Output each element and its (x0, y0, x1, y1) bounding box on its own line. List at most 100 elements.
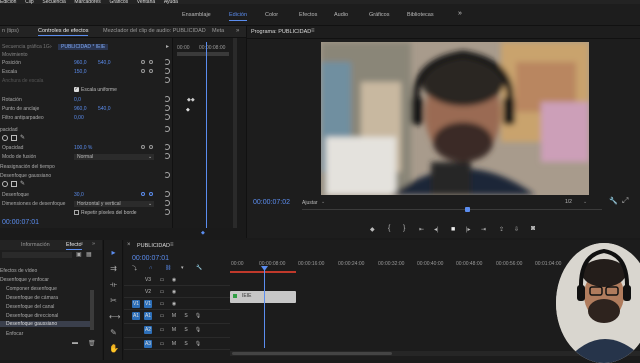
track-name-a2[interactable]: A2 (144, 326, 152, 334)
list-item[interactable]: Enfocar (6, 331, 23, 337)
tab-metadata[interactable]: Meta (212, 28, 224, 34)
effects-scrollbar[interactable] (90, 290, 94, 330)
active-clip-label[interactable]: PUBLICIDAD * IEIE (58, 44, 109, 50)
sync-lock-icon[interactable]: ▭ (158, 312, 166, 320)
program-video-frame[interactable] (321, 42, 589, 195)
ripple-edit-tool-icon[interactable]: ⟛ (109, 280, 118, 289)
sync-lock-icon[interactable]: ▭ (158, 300, 166, 308)
tabs-more-button[interactable]: » (236, 28, 239, 34)
track-name-a1[interactable]: A1 (144, 312, 152, 320)
ellipse-mask-icon[interactable] (2, 181, 8, 187)
tab-audio-clip-mixer[interactable]: Mezclador del clip de audio: PUBLICIDAD (103, 28, 206, 34)
menu-lines-icon[interactable]: ≡ (170, 242, 174, 248)
sync-lock-icon[interactable]: ▭ (158, 276, 166, 284)
pen-mask-icon[interactable]: ✎ (20, 180, 25, 187)
pen-mask-icon[interactable]: ✎ (20, 134, 25, 141)
reset-icon[interactable] (164, 144, 170, 150)
expand-icon[interactable]: ⤢ (622, 196, 628, 206)
timeline-settings-icon[interactable]: 🔧 (196, 265, 202, 271)
sequence-tab[interactable]: PUBLICIDAD (137, 243, 170, 249)
effect-controls-timeline[interactable]: 00:00 00:00:08:00 ◆ ◆◆ ◆ (172, 38, 236, 236)
anchor-x-value[interactable]: 960,0 (74, 106, 87, 112)
eye-icon[interactable]: ◉ (170, 276, 178, 284)
list-item[interactable]: Desenfoque y enfocar (0, 277, 49, 283)
solo-button[interactable]: S (182, 326, 190, 334)
blur-dimensions-select[interactable]: Horizontal y vertical (74, 201, 154, 207)
mute-button[interactable]: M (170, 340, 178, 348)
workspace-tab-audio[interactable]: Audio (334, 12, 348, 18)
reset-icon[interactable] (164, 77, 170, 83)
list-item[interactable]: Efectos de vídeo (0, 268, 37, 274)
track-select-tool-icon[interactable]: ⇉ (109, 264, 118, 273)
master-clip-label[interactable]: Secuencia gráfica 1G (2, 44, 50, 50)
program-scrub-bar[interactable] (302, 209, 602, 210)
sync-lock-icon[interactable]: ▭ (158, 340, 166, 348)
microphone-icon[interactable]: 🎙 (194, 340, 202, 348)
sync-lock-icon[interactable]: ▭ (158, 288, 166, 296)
keyframe-add-icon[interactable] (149, 60, 153, 64)
blend-mode-select[interactable]: Normal (74, 154, 154, 160)
stop-icon[interactable]: ■ (451, 226, 455, 233)
list-item-selected[interactable]: Desenfoque gaussiano (0, 321, 90, 327)
position-x-value[interactable]: 960,0 (74, 60, 87, 66)
track-name-a3[interactable]: A3 (144, 340, 152, 348)
linked-selection-icon[interactable]: ⛓ (165, 265, 171, 271)
reset-icon[interactable] (164, 153, 170, 159)
go-to-in-icon[interactable]: ⇤ (419, 226, 424, 233)
microphone-icon[interactable]: 🎙 (194, 326, 202, 334)
list-item[interactable]: Desenfoque direccional (6, 313, 58, 319)
folder-icon[interactable]: ▬ (72, 340, 78, 346)
ec-timeline-scrollbar[interactable] (177, 52, 229, 56)
mute-button[interactable]: M (170, 312, 178, 320)
list-item[interactable]: Desenfoque de cámara (6, 295, 58, 301)
keyframe-prev-icon[interactable] (141, 60, 145, 64)
timeline-timecode[interactable]: 00:00:07:01 (132, 255, 169, 262)
keyframe-diamond-icon[interactable]: ◆ (201, 230, 205, 236)
snap-icon[interactable]: ∩ (149, 265, 153, 271)
reset-icon[interactable] (164, 209, 170, 215)
list-item[interactable]: Desenfoque del canal (6, 304, 54, 310)
fit-select[interactable]: Ajustar (302, 200, 318, 206)
keyframe-prev-icon[interactable] (141, 192, 145, 196)
trash-icon[interactable]: 🗑 (88, 340, 96, 347)
ellipse-mask-icon[interactable] (2, 135, 8, 141)
reset-icon[interactable] (164, 191, 170, 197)
anti-flicker-value[interactable]: 0,00 (74, 115, 84, 121)
reset-icon[interactable] (164, 200, 170, 206)
a1-source-patch[interactable]: A1 (132, 312, 140, 320)
menu-lines-icon[interactable]: ≡ (311, 28, 315, 34)
program-playhead-icon[interactable] (465, 207, 470, 212)
wrench-icon[interactable]: 🔧 (609, 197, 618, 205)
anchor-y-value[interactable]: 540,0 (98, 106, 111, 112)
keyframe-add-icon[interactable] (149, 69, 153, 73)
selection-tool-icon[interactable]: ▸ (109, 248, 118, 257)
workspace-tab-edicion[interactable]: Edición (229, 12, 248, 21)
opacity-value[interactable]: 100,0 % (74, 145, 92, 151)
tab-info[interactable]: Información (21, 242, 50, 248)
eye-icon[interactable]: ◉ (170, 288, 178, 296)
extract-icon[interactable]: ⇩ (514, 226, 519, 233)
hand-tool-icon[interactable]: ✋ (109, 344, 119, 353)
eye-icon[interactable]: ◉ (170, 300, 178, 308)
timeline-clip[interactable]: IEIE (230, 291, 296, 303)
step-forward-icon[interactable]: |▸ (466, 226, 471, 233)
keyframe-prev-icon[interactable] (141, 69, 145, 73)
close-icon[interactable]: × (127, 242, 131, 248)
timeline-scroll-thumb[interactable] (232, 352, 392, 355)
time-remap-row[interactable]: Reasignación del tiempo (0, 163, 172, 171)
reset-icon[interactable] (164, 59, 170, 65)
workspace-tab-graficos[interactable]: Gráficos (369, 12, 389, 18)
menu-lines-icon[interactable]: ≡ (80, 241, 83, 247)
workspace-tab-ensamblaje[interactable]: Ensamblaje (182, 12, 211, 18)
mark-in-icon[interactable]: { (388, 225, 390, 232)
effect-controls-scrollbar[interactable] (233, 38, 237, 228)
reset-icon[interactable] (164, 68, 170, 74)
microphone-icon[interactable]: 🎙 (194, 312, 202, 320)
sync-lock-icon[interactable]: ▭ (158, 326, 166, 334)
lift-icon[interactable]: ⇪ (499, 226, 504, 233)
reset-icon[interactable] (164, 126, 170, 132)
tab-tips[interactable]: n (tips) (2, 28, 19, 34)
insert-sequence-icon[interactable]: ⤵ (132, 265, 137, 272)
v1-source-patch[interactable]: V1 (132, 300, 140, 308)
scale-value[interactable]: 150,0 (74, 69, 87, 75)
